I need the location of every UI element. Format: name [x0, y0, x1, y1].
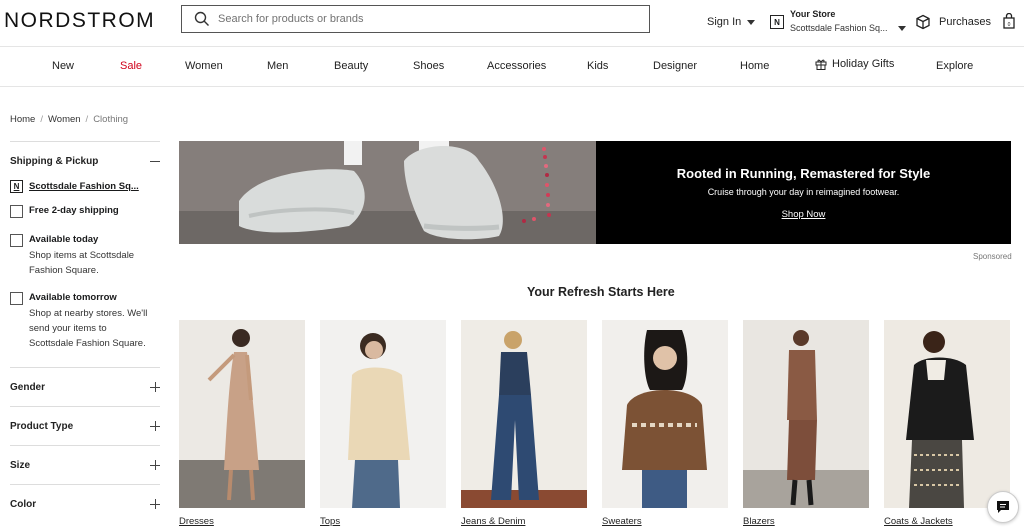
nav-item-accessories[interactable]: Accessories — [487, 60, 546, 72]
nav-item-women[interactable]: Women — [185, 60, 223, 72]
section-title: Your Refresh Starts Here — [527, 285, 675, 299]
store-name: Scottsdale Fashion Sq... — [790, 23, 888, 33]
banner-subtext: Cruise through your day in reimagined fo… — [707, 186, 900, 197]
nav-divider — [0, 86, 1024, 87]
banner-text-panel: Rooted in Running, Remastered for Style … — [596, 141, 1011, 244]
chevron-down-icon — [747, 19, 756, 25]
nav-item-home[interactable]: Home — [740, 60, 769, 72]
store-icon: N — [770, 15, 784, 29]
purchases-button[interactable]: Purchases — [915, 14, 991, 30]
category-card-jeans-denim[interactable]: Jeans & Denim — [461, 320, 587, 527]
breadcrumb-home[interactable]: Home — [10, 114, 35, 125]
option-title: Free 2-day shipping — [29, 205, 119, 216]
svg-text:0: 0 — [1008, 22, 1011, 28]
your-store-selector[interactable]: N Your Store Scottsdale Fashion Sq... — [770, 9, 906, 33]
breadcrumb-separator: / — [40, 114, 43, 125]
box-icon — [916, 14, 930, 30]
sign-in-button[interactable]: Sign In — [707, 16, 756, 28]
sneakers-banner-image — [179, 141, 596, 244]
sponsored-banner[interactable]: Rooted in Running, Remastered for Style … — [179, 141, 1011, 244]
holiday-gifts-label: Holiday Gifts — [832, 58, 895, 70]
breadcrumb-separator: / — [85, 114, 89, 125]
shipping-pickup-toggle[interactable]: Shipping & Pickup — [10, 142, 160, 180]
sidebar-store-name: Scottsdale Fashion Sq... — [29, 181, 139, 192]
filter-product-type[interactable]: Product Type — [10, 407, 160, 445]
nav-item-kids[interactable]: Kids — [587, 60, 608, 72]
site-header: NORDSTROM Sign In N Your Store Scottsdal… — [0, 0, 1024, 46]
tops-image — [320, 320, 446, 508]
store-label: Your Store — [790, 9, 836, 19]
breadcrumb: Home / Women / Clothing — [10, 114, 128, 125]
category-card-sweaters[interactable]: Sweaters — [602, 320, 728, 527]
nav-item-beauty[interactable]: Beauty — [334, 60, 368, 72]
gift-icon — [815, 59, 827, 70]
filter-label: Product Type — [10, 420, 74, 432]
filter-label: Size — [10, 459, 31, 471]
nav-item-sale[interactable]: Sale — [120, 60, 142, 72]
checkbox[interactable] — [10, 292, 23, 305]
filter-label: Gender — [10, 381, 46, 393]
sidebar-store-link[interactable]: N Scottsdale Fashion Sq... — [10, 180, 160, 193]
jeans-denim-image — [461, 320, 587, 508]
nav-item-designer[interactable]: Designer — [653, 60, 697, 72]
chat-icon — [997, 501, 1009, 513]
plus-icon — [150, 382, 160, 392]
nordstrom-logo[interactable]: NORDSTROM — [4, 9, 155, 33]
search-bar[interactable] — [181, 5, 650, 33]
sponsored-label: Sponsored — [973, 252, 1012, 261]
category-label[interactable]: Jeans & Denim — [461, 516, 587, 527]
category-label[interactable]: Blazers — [743, 516, 869, 527]
coats-jackets-image — [884, 320, 1010, 508]
search-input[interactable] — [218, 13, 618, 25]
chevron-down-icon — [897, 25, 906, 31]
category-card-tops[interactable]: Tops — [320, 320, 446, 527]
plus-icon — [150, 499, 160, 509]
plus-icon — [150, 421, 160, 431]
category-label[interactable]: Sweaters — [602, 516, 728, 527]
category-card-dresses[interactable]: Dresses — [179, 320, 305, 527]
search-icon — [194, 11, 209, 26]
filter-option-available-today[interactable]: Available today Shop items at Scottsdale… — [10, 234, 160, 278]
option-title: Available tomorrow — [29, 292, 117, 303]
dresses-image — [179, 320, 305, 508]
store-icon: N — [10, 180, 23, 193]
option-description: Shop items at Scottsdale Fashion Square. — [29, 250, 135, 276]
filter-option-free-shipping[interactable]: Free 2-day shipping — [10, 205, 160, 218]
shipping-pickup-title: Shipping & Pickup — [10, 155, 99, 167]
purchases-label: Purchases — [939, 16, 991, 28]
filter-label: Color — [10, 498, 37, 510]
option-title: Available today — [29, 234, 99, 245]
option-description: Shop at nearby stores. We'll send your i… — [29, 308, 148, 349]
nav-item-explore[interactable]: Explore — [936, 60, 973, 72]
category-label[interactable]: Dresses — [179, 516, 305, 527]
filter-option-available-tomorrow[interactable]: Available tomorrow Shop at nearby stores… — [10, 292, 160, 351]
breadcrumb-current: Clothing — [93, 114, 129, 125]
minus-icon — [150, 160, 160, 162]
filter-gender[interactable]: Gender — [10, 368, 160, 406]
plus-icon — [150, 460, 160, 470]
shop-now-link[interactable]: Shop Now — [782, 209, 826, 220]
main-nav: New Sale Women Men Beauty Shoes Accessor… — [0, 47, 1024, 87]
nav-item-men[interactable]: Men — [267, 60, 288, 72]
checkbox[interactable] — [10, 205, 23, 218]
category-card-blazers[interactable]: Blazers — [743, 320, 869, 527]
checkbox[interactable] — [10, 234, 23, 247]
filter-sidebar: Shipping & Pickup N Scottsdale Fashion S… — [10, 141, 160, 523]
sign-in-label: Sign In — [707, 16, 742, 28]
shopping-bag-icon[interactable]: 0 — [1003, 13, 1015, 29]
nav-item-holiday-gifts[interactable]: Holiday Gifts — [815, 58, 894, 70]
filter-size[interactable]: Size — [10, 446, 160, 484]
nav-item-shoes[interactable]: Shoes — [413, 60, 444, 72]
blazers-image — [743, 320, 869, 508]
filter-color[interactable]: Color — [10, 485, 160, 523]
category-label[interactable]: Tops — [320, 516, 446, 527]
sweaters-image — [602, 320, 728, 508]
banner-headline: Rooted in Running, Remastered for Style — [676, 165, 931, 181]
category-cards: Dresses Tops Jeans & Denim Sweaters Blaz… — [179, 320, 1010, 527]
chat-button[interactable] — [987, 491, 1019, 523]
breadcrumb-women[interactable]: Women — [48, 114, 81, 125]
nav-item-new[interactable]: New — [52, 60, 74, 72]
